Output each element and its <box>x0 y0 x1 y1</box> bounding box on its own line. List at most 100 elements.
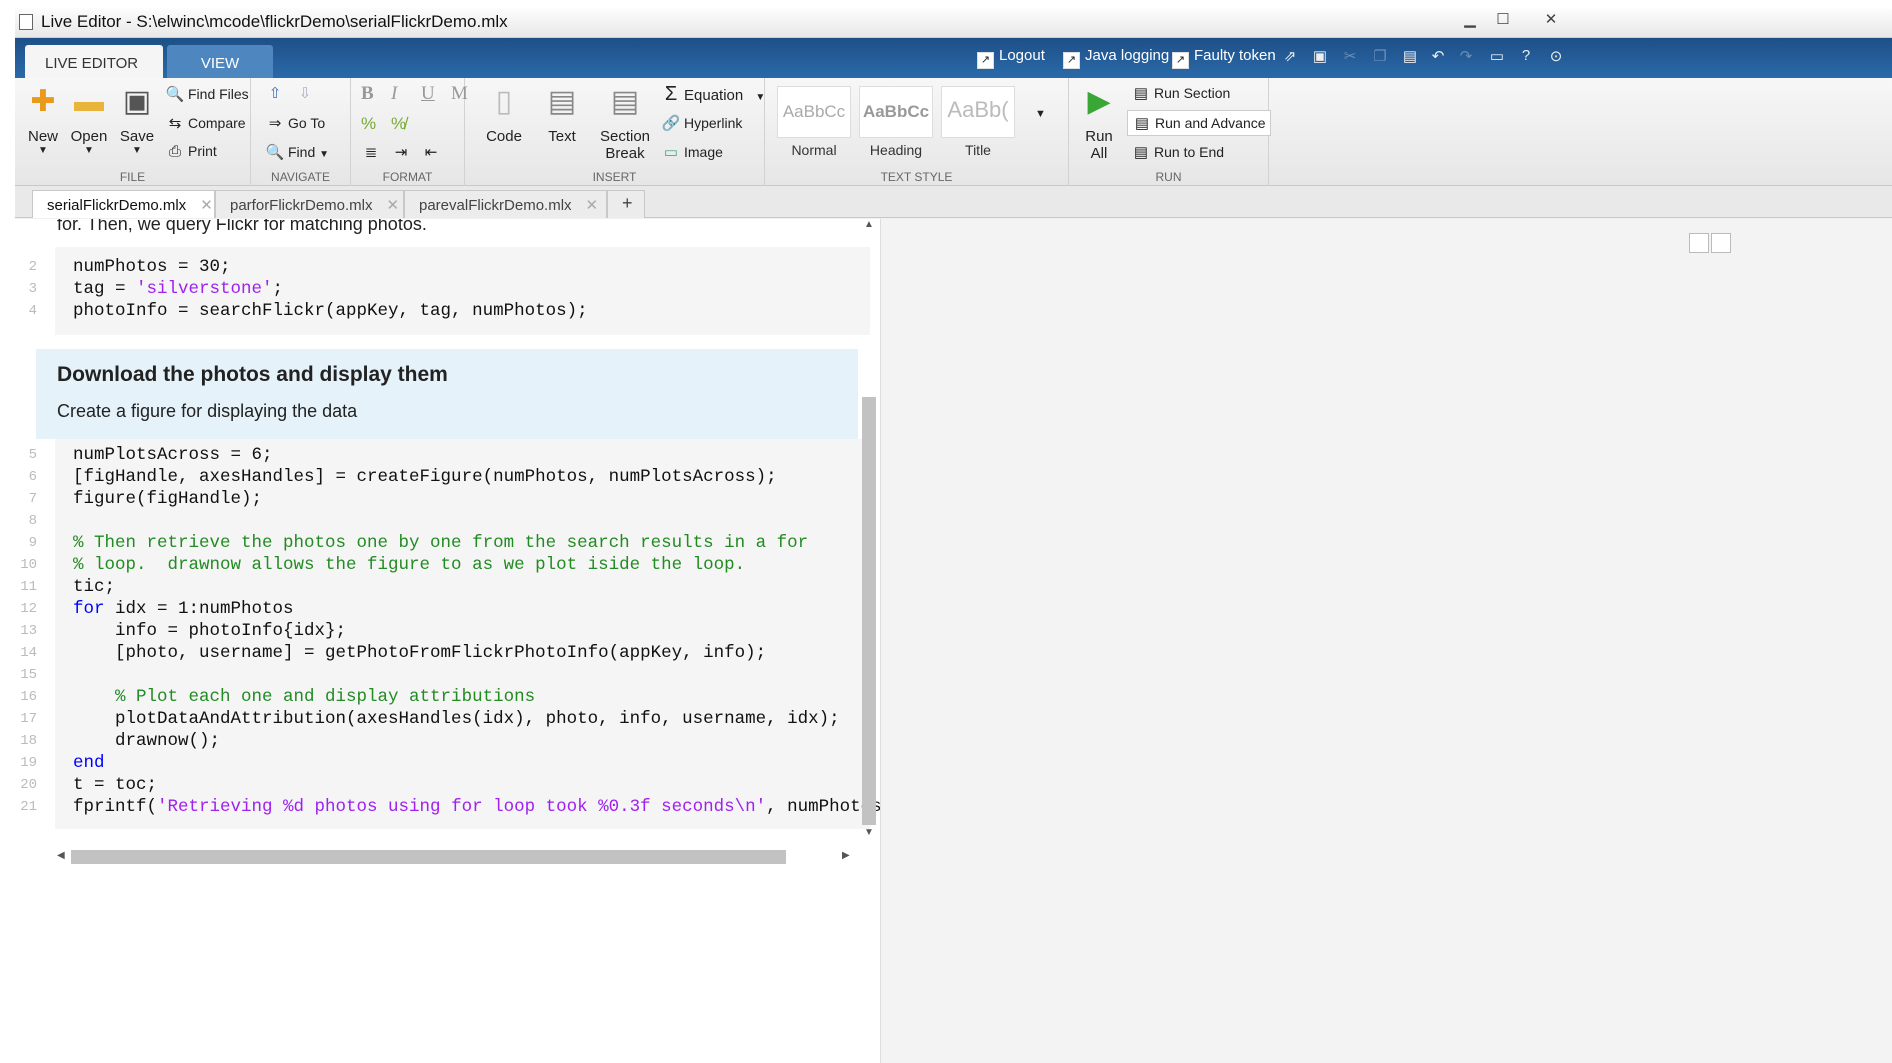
compare-button[interactable]: ⇆ Compare <box>165 114 246 132</box>
code-line[interactable]: for idx = 1:numPhotos <box>73 599 294 619</box>
find-files-button[interactable]: 🔍 Find Files <box>165 85 249 103</box>
play-icon: ▶ <box>1087 85 1111 118</box>
open-button[interactable]: ▬ Open ▼ <box>67 84 111 156</box>
comment-button[interactable]: % <box>361 114 376 134</box>
cut-icon[interactable]: ✂ <box>1340 47 1360 67</box>
decrease-indent-button[interactable]: ⇤ <box>421 143 444 161</box>
close-tab-icon[interactable]: ✕ <box>586 197 599 214</box>
java-logging-button[interactable]: ↗ Java logging <box>1063 47 1169 69</box>
up-button[interactable]: ⇧ <box>265 84 288 102</box>
find-label: Find <box>288 144 316 160</box>
uncomment-button[interactable]: %̸ <box>391 114 406 134</box>
output-inline-icon[interactable] <box>1689 233 1709 253</box>
text-paragraph[interactable]: Create a figure for displaying the data <box>57 401 357 422</box>
code-line[interactable]: numPhotos = 30; <box>73 257 231 277</box>
section-break-icon: ▤ <box>610 85 640 118</box>
line-number: 13 <box>20 623 37 639</box>
smart-indent-button[interactable]: ≣ <box>361 143 384 161</box>
code-line[interactable]: photoInfo = searchFlickr(appKey, tag, nu… <box>73 301 588 321</box>
minimize-button[interactable]: ▁ <box>1454 10 1486 30</box>
code-comment[interactable]: % Plot each one and display attributions <box>73 687 535 707</box>
increase-indent-button[interactable]: ⇥ <box>391 143 414 161</box>
horizontal-scroll-thumb[interactable] <box>71 850 786 864</box>
close-tab-icon[interactable]: ✕ <box>387 197 400 214</box>
section-break-button[interactable]: ▤ Section Break <box>595 84 655 162</box>
code-line[interactable]: figure(figHandle); <box>73 489 262 509</box>
scroll-down-icon[interactable]: ▼ <box>864 827 874 838</box>
doc-tab-parfor[interactable]: parforFlickrDemo.mlx ✕ <box>215 190 404 218</box>
code-button[interactable]: ▯ Code <box>479 84 529 145</box>
underline-button[interactable]: U <box>421 83 435 105</box>
code-line[interactable]: info = photoInfo{idx}; <box>73 621 346 641</box>
italic-button[interactable]: I <box>391 83 397 105</box>
code-line[interactable]: drawnow(); <box>73 731 220 751</box>
code-line[interactable]: tag = 'silverstone'; <box>73 279 283 299</box>
vertical-scrollbar[interactable]: ▲ ▼ <box>860 219 878 1039</box>
redo-icon[interactable]: ↷ <box>1456 47 1476 67</box>
close-button[interactable]: ✕ <box>1535 10 1567 30</box>
code-line[interactable]: [figHandle, axesHandles] = createFigure(… <box>73 467 777 487</box>
styles-dropdown-button[interactable]: ▼ <box>1035 108 1046 120</box>
image-button[interactable]: ▭ Image <box>661 143 723 161</box>
style-normal-preview[interactable]: AaBbCc <box>777 86 851 138</box>
window-layout-icon[interactable]: ▭ <box>1487 47 1507 67</box>
file-group: ✚ New ▼ ▬ Open ▼ ▣ Save ▼ 🔍 Find Files ⇆ Compare… <box>15 78 251 186</box>
output-pane[interactable] <box>880 219 1892 1063</box>
down-button[interactable]: ⇩ <box>295 84 318 102</box>
line-number: 14 <box>20 645 37 661</box>
scroll-left-icon[interactable]: ◀ <box>57 850 65 861</box>
section-heading[interactable]: Download the photos and display them <box>57 363 448 387</box>
hyperlink-button[interactable]: 🔗 Hyperlink <box>661 114 743 132</box>
scroll-right-icon[interactable]: ▶ <box>842 850 850 861</box>
code-line[interactable]: fprintf('Retrieving %d photos using for … <box>73 797 880 817</box>
paste-icon[interactable]: ▤ <box>1400 47 1420 67</box>
run-section-button[interactable]: ▤ Run Section <box>1131 84 1230 102</box>
line-number: 20 <box>20 777 37 793</box>
equation-button[interactable]: Σ Equation ▼ <box>661 83 765 106</box>
compare-icon: ⇆ <box>168 115 182 132</box>
new-tab-button[interactable]: + <box>607 190 645 218</box>
find-button[interactable]: 🔍 Find ▼ <box>265 143 329 161</box>
code-comment[interactable]: % loop. drawnow allows the figure to as … <box>73 555 745 575</box>
code-comment[interactable]: % Then retrieve the photos one by one fr… <box>73 533 808 553</box>
scroll-up-icon[interactable]: ▲ <box>864 219 874 230</box>
external-link-icon: ↗ <box>1063 52 1080 69</box>
code-line[interactable]: [photo, username] = getPhotoFromFlickrPh… <box>73 643 766 663</box>
live-script-editor[interactable]: for. Then, we query Flickr for matching … <box>15 219 880 1063</box>
run-to-end-button[interactable]: ▤ Run to End <box>1131 143 1224 161</box>
save-button[interactable]: ▣ Save ▼ <box>115 84 159 156</box>
output-right-icon[interactable] <box>1711 233 1731 253</box>
faulty-token-button[interactable]: ↗ Faulty token <box>1172 47 1276 69</box>
image-label: Image <box>684 144 723 160</box>
logout-button[interactable]: ↗ Logout <box>977 47 1045 69</box>
bold-button[interactable]: B <box>361 83 374 105</box>
horizontal-scrollbar[interactable]: ◀ ▶ <box>55 847 855 867</box>
print-button[interactable]: ⎙ Print <box>165 143 217 160</box>
tab-live-editor[interactable]: LIVE EDITOR <box>25 45 163 78</box>
run-all-button[interactable]: ▶ Run All <box>1077 84 1121 162</box>
style-title-preview[interactable]: AaBb( <box>941 86 1015 138</box>
settings-icon[interactable]: ⊙ <box>1546 47 1566 67</box>
new-button[interactable]: ✚ New ▼ <box>21 84 65 156</box>
save-icon[interactable]: ▣ <box>1310 47 1330 67</box>
code-line[interactable]: plotDataAndAttribution(axesHandles(idx),… <box>73 709 840 729</box>
undo-icon[interactable]: ↶ <box>1428 47 1448 67</box>
doc-tab-pareval[interactable]: parevalFlickrDemo.mlx ✕ <box>404 190 607 218</box>
style-heading-preview[interactable]: AaBbCc <box>859 86 933 138</box>
maximize-button[interactable]: ☐ <box>1487 10 1519 30</box>
help-icon[interactable]: ? <box>1516 47 1536 67</box>
code-line[interactable]: t = toc; <box>73 775 157 795</box>
run-and-advance-button[interactable]: ▤ Run and Advance <box>1127 110 1271 136</box>
doc-tab-serial[interactable]: serialFlickrDemo.mlx ✕ <box>32 190 215 218</box>
go-to-button[interactable]: ⇒ Go To <box>265 114 325 132</box>
shortcut-icon[interactable]: ⇗ <box>1280 47 1300 67</box>
copy-icon[interactable]: ❐ <box>1370 47 1390 67</box>
vertical-scroll-thumb[interactable] <box>862 397 876 825</box>
tab-view[interactable]: VIEW <box>167 45 273 78</box>
code-line[interactable]: end <box>73 753 105 773</box>
text-paragraph[interactable]: for. Then, we query Flickr for matching … <box>57 219 427 235</box>
code-line[interactable]: numPlotsAcross = 6; <box>73 445 273 465</box>
close-tab-icon[interactable]: ✕ <box>200 197 213 214</box>
text-button[interactable]: ▤ Text <box>537 84 587 145</box>
code-line[interactable]: tic; <box>73 577 115 597</box>
